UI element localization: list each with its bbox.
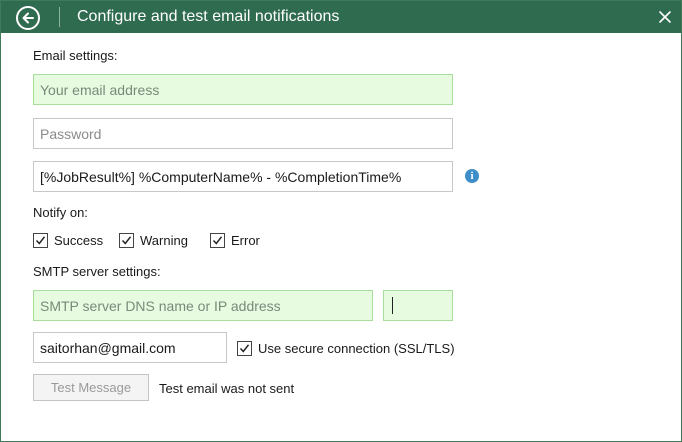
dialog-title: Configure and test email notifications <box>77 8 340 25</box>
notify-on-label: Notify on: <box>33 205 88 220</box>
close-icon <box>658 11 672 27</box>
email-address-input[interactable] <box>33 74 453 105</box>
title-separator <box>59 7 60 27</box>
success-checkbox-label: Success <box>54 233 104 248</box>
close-button[interactable] <box>658 10 672 24</box>
password-input[interactable] <box>33 118 453 149</box>
checkmark-icon <box>35 236 46 245</box>
checkmark-icon <box>239 344 250 353</box>
subject-template-input[interactable] <box>33 161 453 192</box>
from-address-input[interactable] <box>33 332 227 363</box>
success-checkbox[interactable]: Success <box>33 232 103 249</box>
title-bar: Configure and test email notifications <box>1 1 681 33</box>
smtp-port-input[interactable] <box>383 290 453 321</box>
checkbox-box <box>210 233 225 248</box>
warning-checkbox-label: Warning <box>140 233 188 248</box>
checkbox-box <box>119 233 134 248</box>
smtp-settings-label: SMTP server settings: <box>33 264 161 279</box>
smtp-server-input[interactable] <box>33 290 373 321</box>
checkmark-icon <box>212 236 223 245</box>
error-checkbox-label: Error <box>231 233 260 248</box>
warning-checkbox[interactable]: Warning <box>119 232 188 249</box>
ssl-checkbox[interactable]: Use secure connection (SSL/TLS) <box>237 340 455 357</box>
checkmark-icon <box>121 236 132 245</box>
email-notification-dialog: Configure and test email notifications E… <box>0 0 682 442</box>
back-button[interactable] <box>16 6 40 30</box>
error-checkbox[interactable]: Error <box>210 232 260 249</box>
test-status-text: Test email was not sent <box>159 381 295 396</box>
ssl-checkbox-label: Use secure connection (SSL/TLS) <box>258 341 455 356</box>
text-cursor <box>392 297 393 314</box>
info-icon[interactable]: i <box>465 169 479 183</box>
email-settings-label: Email settings: <box>33 48 118 63</box>
checkbox-box <box>237 341 252 356</box>
checkbox-box <box>33 233 48 248</box>
test-message-button[interactable]: Test Message <box>33 374 149 401</box>
